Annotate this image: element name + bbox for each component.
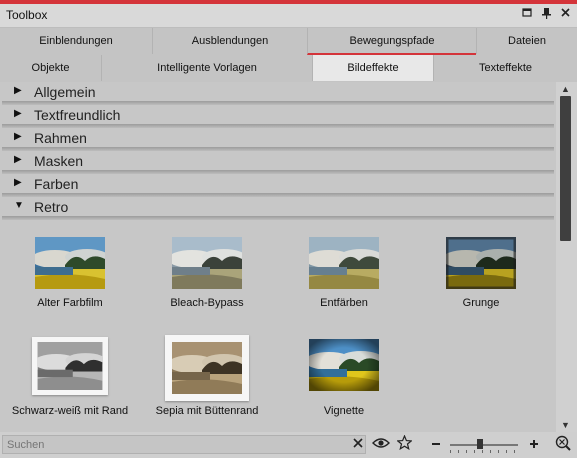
effect-entfaerben[interactable]: Entfärben bbox=[279, 237, 409, 337]
slider-handle[interactable] bbox=[477, 439, 483, 449]
effect-label: Vignette bbox=[323, 405, 365, 417]
zoom-in-icon[interactable] bbox=[524, 435, 544, 454]
expand-arrow-icon: ▶ bbox=[14, 154, 22, 165]
effect-thumbnail bbox=[35, 237, 105, 289]
clear-search-icon[interactable] bbox=[348, 435, 368, 454]
expand-arrow-icon: ▶ bbox=[14, 131, 22, 142]
effect-alter-farbfilm[interactable]: Alter Farbfilm bbox=[5, 237, 135, 337]
section-label: Masken bbox=[34, 153, 84, 169]
effect-grunge[interactable]: Grunge bbox=[416, 237, 546, 337]
close-icon[interactable] bbox=[560, 7, 571, 21]
tab-bewegungspfade[interactable]: Bewegungspfade bbox=[307, 28, 476, 55]
bottom-toolbar bbox=[0, 432, 577, 458]
tab-objekte[interactable]: Objekte bbox=[0, 55, 101, 81]
tab-bar: Einblendungen Ausblendungen Bewegungspfa… bbox=[0, 28, 577, 82]
window-title: Toolbox bbox=[6, 8, 48, 22]
tab-ausblendungen[interactable]: Ausblendungen bbox=[152, 28, 307, 54]
zoom-out-icon[interactable] bbox=[426, 435, 446, 454]
section-farben[interactable]: ▶ Farben bbox=[0, 174, 556, 197]
effect-label: Schwarz-weiß mit Rand bbox=[11, 405, 129, 417]
tab-intelligente-vorlagen[interactable]: Intelligente Vorlagen bbox=[101, 55, 312, 81]
section-label: Rahmen bbox=[34, 130, 87, 146]
star-icon[interactable] bbox=[394, 434, 414, 454]
effect-thumbnail bbox=[446, 237, 516, 289]
effect-schwarz-weiss-mit-rand[interactable]: Schwarz-weiß mit Rand bbox=[5, 335, 135, 432]
effect-bleach-bypass[interactable]: Bleach-Bypass bbox=[142, 237, 272, 337]
scroll-thumb[interactable] bbox=[560, 96, 571, 241]
collapse-arrow-icon: ▼ bbox=[14, 200, 24, 211]
effects-panel: ▶ Allgemein ▶ Textfreundlich ▶ Rahmen ▶ … bbox=[0, 82, 556, 432]
zoom-reset-icon[interactable] bbox=[553, 435, 573, 454]
effect-label: Grunge bbox=[462, 297, 500, 309]
section-rahmen[interactable]: ▶ Rahmen bbox=[0, 128, 556, 151]
restore-icon[interactable] bbox=[522, 7, 533, 21]
pin-icon[interactable] bbox=[541, 7, 552, 21]
section-masken[interactable]: ▶ Masken bbox=[0, 151, 556, 174]
section-textfreundlich[interactable]: ▶ Textfreundlich bbox=[0, 105, 556, 128]
effect-label: Entfärben bbox=[320, 297, 368, 309]
scroll-down-icon[interactable]: ▼ bbox=[561, 420, 570, 430]
effect-thumbnail bbox=[165, 335, 249, 401]
effect-vignette[interactable]: Vignette bbox=[279, 335, 409, 432]
tab-texteffekte[interactable]: Texteffekte bbox=[433, 55, 577, 81]
section-label: Textfreundlich bbox=[34, 107, 121, 123]
effect-sepia-mit-buettenrand[interactable]: Sepia mit Büttenrand bbox=[142, 335, 272, 432]
eye-icon[interactable] bbox=[371, 435, 391, 454]
effect-thumbnail bbox=[172, 237, 242, 289]
section-label: Farben bbox=[34, 176, 79, 192]
section-label: Allgemein bbox=[34, 84, 96, 100]
effect-label: Sepia mit Büttenrand bbox=[155, 405, 259, 417]
section-allgemein[interactable]: ▶ Allgemein bbox=[0, 82, 556, 105]
expand-arrow-icon: ▶ bbox=[14, 177, 22, 188]
search-input[interactable] bbox=[2, 435, 366, 454]
title-bar: Toolbox bbox=[0, 4, 577, 28]
tab-dateien[interactable]: Dateien bbox=[476, 28, 577, 54]
zoom-slider[interactable] bbox=[450, 439, 518, 453]
effect-label: Bleach-Bypass bbox=[170, 297, 244, 309]
scroll-up-icon[interactable]: ▲ bbox=[561, 84, 570, 94]
section-label: Retro bbox=[34, 199, 69, 215]
divider bbox=[2, 216, 554, 220]
expand-arrow-icon: ▶ bbox=[14, 85, 22, 96]
vertical-scrollbar[interactable]: ▲ ▼ bbox=[556, 82, 577, 432]
effect-thumbnail bbox=[309, 339, 379, 391]
expand-arrow-icon: ▶ bbox=[14, 108, 22, 119]
effect-thumbnail bbox=[309, 237, 379, 289]
section-retro[interactable]: ▼ Retro bbox=[0, 197, 556, 220]
effect-thumbnail bbox=[32, 337, 108, 395]
effect-label: Alter Farbfilm bbox=[37, 297, 103, 309]
tab-einblendungen[interactable]: Einblendungen bbox=[0, 28, 152, 54]
slider-ticks bbox=[450, 450, 518, 453]
tab-bildeffekte[interactable]: Bildeffekte bbox=[312, 53, 433, 81]
